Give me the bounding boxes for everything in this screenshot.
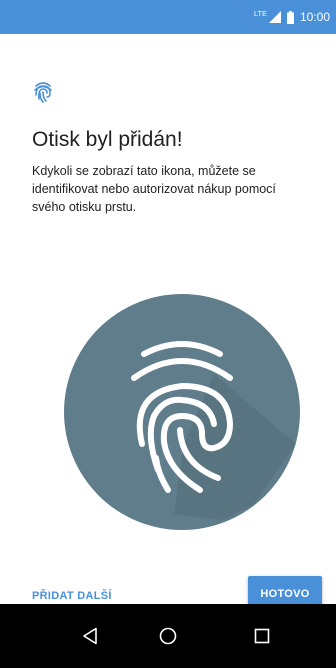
recents-button[interactable] — [242, 616, 282, 656]
page-title: Otisk byl přidán! — [32, 128, 183, 151]
signal-icon — [268, 11, 281, 23]
status-bar: LTE 10:00 — [0, 0, 336, 34]
fingerprint-icon — [34, 82, 52, 103]
home-icon — [159, 627, 177, 645]
back-button[interactable] — [70, 616, 110, 656]
home-button[interactable] — [148, 616, 188, 656]
battery-icon — [286, 10, 294, 24]
status-time: 10:00 — [299, 10, 330, 24]
status-icons: LTE 10:00 — [254, 0, 330, 34]
fingerprint-added-screen: Otisk byl přidán! Kdykoli se zobrazí tat… — [0, 34, 336, 612]
lte-label: LTE — [254, 10, 267, 18]
fingerprint-illustration — [64, 294, 300, 530]
description-text: Kdykoli se zobrazí tato ikona, můžete se… — [32, 164, 276, 214]
back-icon — [83, 627, 97, 645]
navigation-bar — [0, 604, 336, 668]
recents-icon — [254, 628, 270, 644]
